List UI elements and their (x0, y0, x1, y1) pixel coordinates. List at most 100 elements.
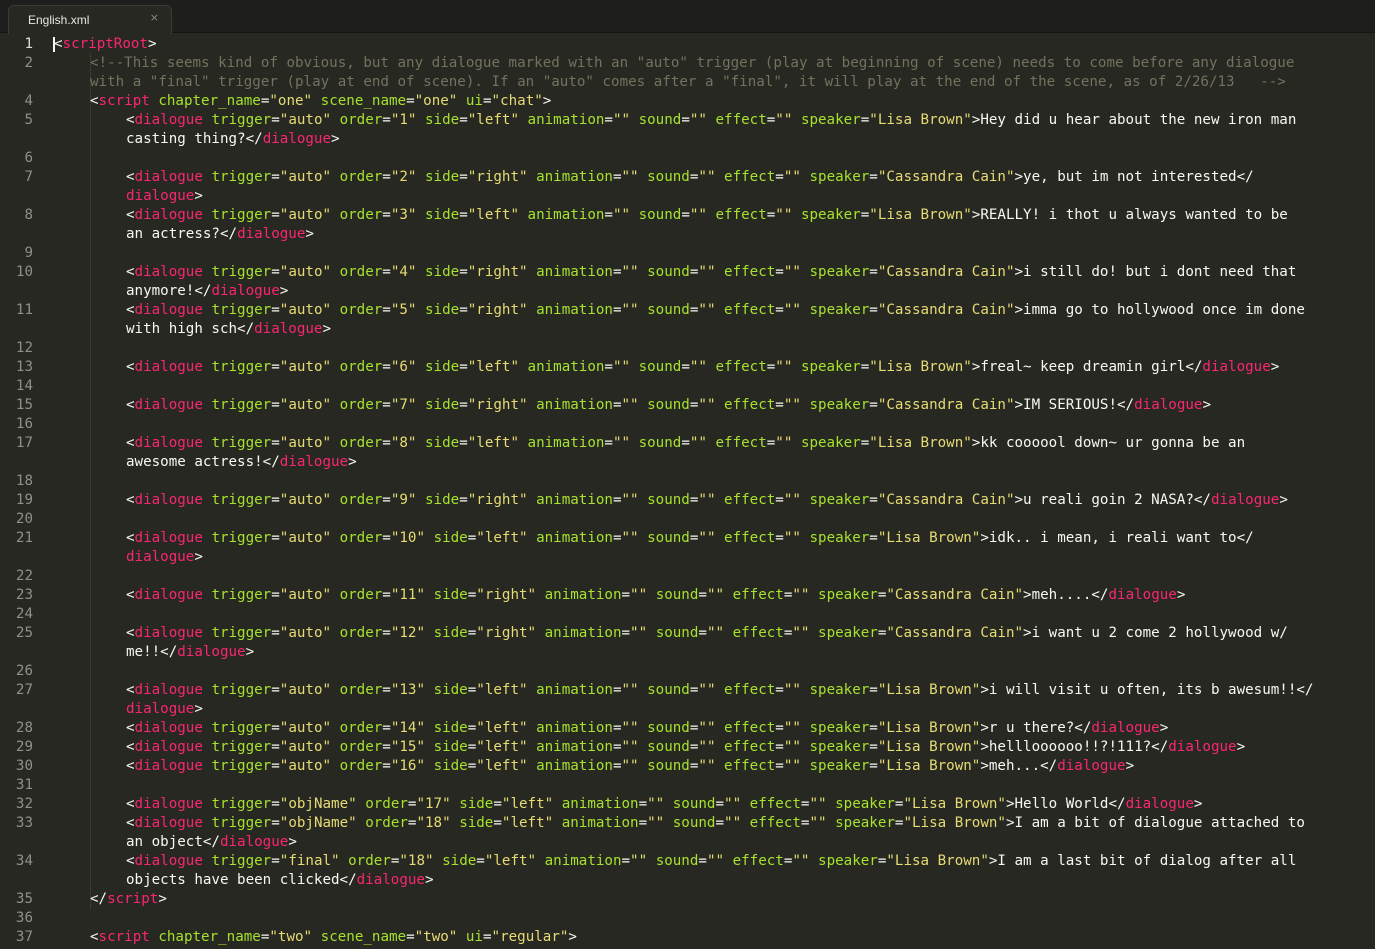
code-line[interactable]: 24 (0, 605, 1375, 624)
xml-punctuation (416, 302, 425, 318)
code-line[interactable]: anymore!</dialogue> (0, 282, 1375, 301)
code-line[interactable]: 34 <dialogue trigger="final" order="18" s… (0, 852, 1375, 871)
xml-punctuation: </ (202, 834, 220, 850)
xml-punctuation (716, 169, 725, 185)
code-line[interactable]: 32 <dialogue trigger="objName" order="17"… (0, 795, 1375, 814)
code-line[interactable]: dialogue> (0, 187, 1375, 206)
xml-attribute: order (339, 720, 383, 736)
code-line[interactable]: casting thing?</dialogue> (0, 130, 1375, 149)
code-line[interactable]: 17 <dialogue trigger="auto" order="8" sid… (0, 434, 1375, 453)
code-line[interactable]: 21 <dialogue trigger="auto" order="10" si… (0, 529, 1375, 548)
xml-punctuation: = (382, 587, 391, 603)
xml-string: "Cassandra Cain" (877, 302, 1015, 318)
xml-attribute: sound (647, 720, 690, 736)
tab-english-xml[interactable]: English.xml × (8, 5, 172, 34)
code-line[interactable]: 5 <dialogue trigger="auto" order="1" side… (0, 111, 1375, 130)
xml-attribute: effect (732, 853, 784, 869)
code-line[interactable]: 20 (0, 510, 1375, 529)
xml-punctuation (809, 625, 818, 641)
xml-punctuation: = (869, 302, 878, 318)
code-line[interactable]: 7 <dialogue trigger="auto" order="2" side… (0, 168, 1375, 187)
xml-punctuation: </ (194, 283, 212, 299)
xml-tag-name: dialogue (262, 131, 332, 147)
xml-string: "regular" (491, 929, 569, 945)
code-line[interactable]: 31 (0, 776, 1375, 795)
code-line[interactable]: an object</dialogue> (0, 833, 1375, 852)
code-line[interactable]: me!!</dialogue> (0, 643, 1375, 662)
line-number: 29 (15, 739, 33, 755)
xml-punctuation (630, 207, 639, 223)
code-line[interactable]: 22 (0, 567, 1375, 586)
xml-tag-name: dialogue (134, 587, 203, 603)
xml-punctuation (716, 264, 725, 280)
xml-attribute: trigger (211, 169, 272, 185)
xml-punctuation: = (271, 435, 280, 451)
code-line[interactable]: 28 <dialogue trigger="auto" order="14" si… (0, 719, 1375, 738)
xml-string: "Lisa Brown" (886, 853, 989, 869)
xml-punctuation (639, 530, 648, 546)
code-line[interactable]: 6 (0, 149, 1375, 168)
code-line[interactable]: 10 <dialogue trigger="auto" order="4" sid… (0, 263, 1375, 282)
code-line[interactable]: dialogue> (0, 548, 1375, 567)
xml-punctuation (630, 359, 639, 375)
code-line[interactable]: 9 (0, 244, 1375, 263)
line-number: 26 (15, 663, 33, 679)
xml-punctuation: = (698, 587, 707, 603)
code-line[interactable]: 18 (0, 472, 1375, 491)
xml-string: "Cassandra Cain" (886, 587, 1024, 603)
xml-punctuation: = (612, 302, 622, 318)
code-line[interactable]: 14 (0, 377, 1375, 396)
xml-punctuation (416, 207, 425, 223)
xml-attribute: animation (536, 682, 613, 698)
code-line[interactable]: with a "final" trigger (play at end of s… (0, 73, 1375, 92)
xml-attribute: speaker (800, 112, 861, 128)
xml-string: "right" (467, 169, 528, 185)
xml-attribute: order (339, 359, 383, 375)
xml-attribute: trigger (211, 758, 272, 774)
code-line[interactable]: 29 <dialogue trigger="auto" order="15" si… (0, 738, 1375, 757)
xml-string: "auto" (279, 302, 332, 318)
code-line[interactable]: 27 <dialogue trigger="auto" order="13" si… (0, 681, 1375, 700)
code-line[interactable]: 26 (0, 662, 1375, 681)
line-content: <script chapter_name="one" scene_name="o… (90, 92, 551, 111)
xml-punctuation: > (980, 758, 989, 774)
close-icon[interactable]: × (150, 11, 159, 24)
xml-punctuation: < (126, 207, 135, 223)
code-editor[interactable]: 1 <scriptRoot> 2 <!--This seems kind of obv… (0, 35, 1375, 949)
code-line[interactable]: 23 <dialogue trigger="auto" order="11" si… (0, 586, 1375, 605)
code-line[interactable]: dialogue> (0, 700, 1375, 719)
code-line[interactable]: objects have been clicked</dialogue> (0, 871, 1375, 890)
code-line[interactable]: 19 <dialogue trigger="auto" order="9" sid… (0, 491, 1375, 510)
code-line[interactable]: 1 <scriptRoot> (0, 35, 1375, 54)
line-content: <dialogue trigger="auto" order="13" side… (126, 681, 1313, 700)
xml-punctuation (716, 720, 725, 736)
code-line[interactable]: 16 (0, 415, 1375, 434)
xml-punctuation (716, 739, 725, 755)
xml-punctuation: < (126, 359, 135, 375)
xml-string: "" (689, 112, 707, 128)
xml-punctuation (716, 530, 725, 546)
code-line[interactable]: 30 <dialogue trigger="auto" order="16" si… (0, 757, 1375, 776)
code-line[interactable]: awesome actress!</dialogue> (0, 453, 1375, 472)
xml-punctuation: = (775, 492, 784, 508)
xml-attribute: effect (724, 739, 776, 755)
code-line[interactable]: an actress?</dialogue> (0, 225, 1375, 244)
code-line[interactable]: 36 (0, 909, 1375, 928)
code-line[interactable]: 37 <script chapter_name="two" scene_name=… (0, 928, 1375, 947)
xml-tag-name: dialogue (134, 302, 203, 318)
code-line[interactable]: 12 (0, 339, 1375, 358)
xml-punctuation: = (638, 815, 648, 831)
code-line[interactable]: 2 <!--This seems kind of obvious, but any… (0, 54, 1375, 73)
code-line[interactable]: 4 <script chapter_name="one" scene_name="… (0, 92, 1375, 111)
code-line[interactable]: 8 <dialogue trigger="auto" order="3" side… (0, 206, 1375, 225)
code-line[interactable]: with high sch</dialogue> (0, 320, 1375, 339)
code-line[interactable]: 35 </script> (0, 890, 1375, 909)
code-line[interactable]: 11 <dialogue trigger="auto" order="5" sid… (0, 301, 1375, 320)
xml-string: "left" (501, 815, 554, 831)
code-line[interactable]: 25 <dialogue trigger="auto" order="12" si… (0, 624, 1375, 643)
code-line[interactable]: 13 <dialogue trigger="auto" order="6" sid… (0, 358, 1375, 377)
code-line[interactable]: 33 <dialogue trigger="objName" order="18"… (0, 814, 1375, 833)
xml-punctuation: = (459, 359, 468, 375)
xml-punctuation: > (1014, 397, 1024, 413)
code-line[interactable]: 15 <dialogue trigger="auto" order="7" sid… (0, 396, 1375, 415)
